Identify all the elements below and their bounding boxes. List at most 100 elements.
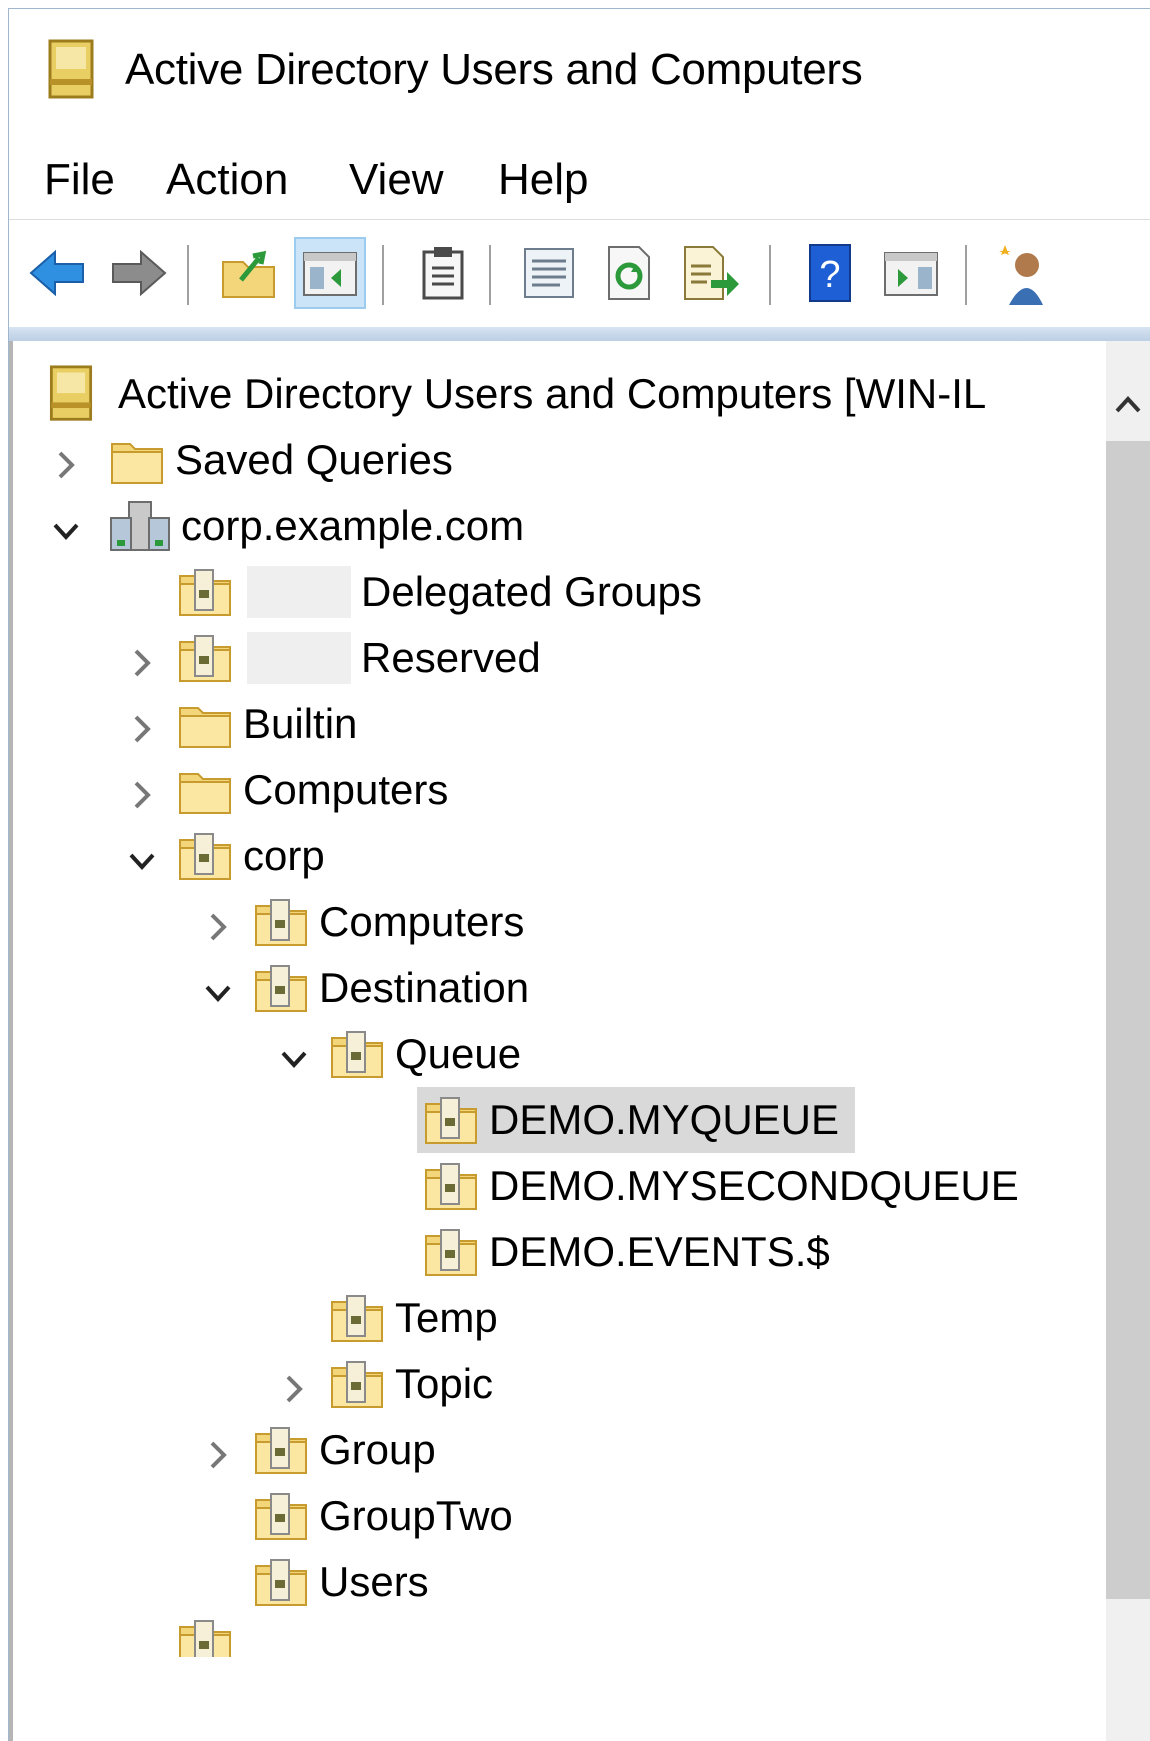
menu-divider [9,219,1150,220]
menu-help[interactable]: Help [498,155,589,205]
toolbar-separator [489,245,491,305]
tree-node-computers[interactable]: Computers [177,757,458,823]
tree-node-domain[interactable]: corp.example.com [109,493,534,559]
menu-view[interactable]: View [349,155,444,205]
expand-chevron-icon[interactable] [127,709,157,749]
folder-icon [177,764,233,816]
tree-node-group-two[interactable]: GroupTwo [253,1483,523,1549]
export-list-icon [684,246,739,300]
tree-node-label: Computers [319,898,525,945]
toolbar-separator [382,245,384,305]
collapse-chevron-icon[interactable] [127,841,157,881]
folder-icon [177,698,233,750]
window-title: Active Directory Users and Computers [125,45,863,94]
collapse-chevron-icon[interactable] [279,1039,309,1079]
new-user-icon [999,245,1043,305]
help-button[interactable]: ? [794,237,866,309]
aduc-app-icon [49,365,93,421]
tree-node-label: Queue [395,1030,522,1077]
menu-action[interactable]: Action [166,155,288,205]
tree-node-reserved[interactable]: Reserved [177,625,551,691]
tree-node-label: Temp [395,1294,498,1341]
up-one-level-button[interactable] [213,237,285,309]
forward-icon [112,249,167,297]
scroll-up-arrow-icon[interactable] [1106,369,1150,441]
title-bar: Active Directory Users and Computers [9,9,1150,125]
tree-node-group[interactable]: Group [253,1417,446,1483]
help-icon: ? [809,244,851,302]
redacted-text [247,632,351,684]
clipboard-button[interactable] [407,237,479,309]
ou-icon [177,830,233,882]
console-tree: Active Directory Users and Computers [WI… [9,341,1150,1741]
ou-icon [423,1094,479,1146]
properties-button[interactable] [513,237,585,309]
tree-node-temp[interactable]: Temp [329,1285,508,1351]
tree-node-label: Delegated Groups [361,568,702,615]
tree-node-root[interactable]: Active Directory Users and Computers [WI… [46,361,996,427]
show-action-pane-icon [884,252,938,296]
expand-chevron-icon[interactable] [203,907,233,947]
tree-node-label: Active Directory Users and Computers [WI… [118,370,987,417]
tree-node-users[interactable]: Users [253,1549,439,1615]
scrollbar-thumb[interactable] [1106,441,1150,1599]
clipboard-icon [422,247,464,300]
refresh-button[interactable] [593,237,665,309]
menu-file[interactable]: File [44,155,115,205]
expand-chevron-icon[interactable] [279,1369,309,1409]
expand-chevron-icon[interactable] [127,775,157,815]
ou-icon [177,1617,233,1657]
tree-node-label: Reserved [361,634,541,681]
redacted-text [247,566,351,618]
back-icon [29,249,84,297]
tree-node-label: Topic [395,1360,494,1407]
properties-icon [524,248,574,298]
tree-node-label: Destination [319,964,530,1011]
tree-node-saved-queries[interactable]: Saved Queries [109,427,463,493]
up-folder-icon [222,250,275,298]
ou-icon [329,1292,385,1344]
collapse-chevron-icon[interactable] [203,973,233,1013]
tree-node-label: corp [243,832,325,879]
tree-node-partial[interactable] [177,1617,233,1657]
toolbar-separator [769,245,771,305]
folder-icon [109,434,165,486]
show-hide-console-tree-button[interactable] [294,237,366,309]
svg-text:?: ? [819,254,840,296]
tree-node-demo-mysecondqueue[interactable]: DEMO.MYSECONDQUEUE [423,1153,1029,1219]
new-user-button[interactable] [989,237,1051,309]
ou-icon [177,632,233,684]
export-list-button[interactable] [675,237,747,309]
expand-chevron-icon[interactable] [203,1435,233,1475]
forward-button[interactable] [103,237,175,309]
tree-node-demo-myqueue[interactable]: DEMO.MYQUEUE [417,1087,856,1153]
refresh-icon [608,246,650,300]
ou-icon [329,1028,385,1080]
mmc-window: Active Directory Users and Computers Fil… [8,8,1150,1741]
tree-node-label: Saved Queries [175,436,453,483]
tree-node-delegated-groups[interactable]: Delegated Groups [177,559,712,625]
tree-node-corp[interactable]: corp [177,823,335,889]
tree-node-label: Users [319,1558,429,1605]
pane-header-band [9,327,1150,341]
tree-node-demo-events[interactable]: DEMO.EVENTS.$ [423,1219,840,1285]
back-button[interactable] [21,237,93,309]
tree-node-corp-computers[interactable]: Computers [253,889,534,955]
tree-node-topic[interactable]: Topic [329,1351,503,1417]
tree-node-label: GroupTwo [319,1492,513,1539]
show-action-pane-button[interactable] [875,237,947,309]
expand-chevron-icon[interactable] [51,445,81,485]
expand-chevron-icon[interactable] [127,643,157,683]
domain-icon [110,501,170,551]
tree-node-destination[interactable]: Destination [253,955,539,1021]
aduc-app-icon [48,39,94,99]
ou-icon [253,962,309,1014]
ou-icon [253,1424,309,1476]
tree-node-label: Builtin [243,700,358,747]
collapse-chevron-icon[interactable] [51,511,81,551]
tree-node-queue[interactable]: Queue [329,1021,531,1087]
tree-node-label: corp.example.com [181,502,525,549]
show-hide-console-tree-icon [303,252,357,296]
tree-node-builtin[interactable]: Builtin [177,691,367,757]
tree-node-label: DEMO.EVENTS.$ [489,1228,830,1275]
